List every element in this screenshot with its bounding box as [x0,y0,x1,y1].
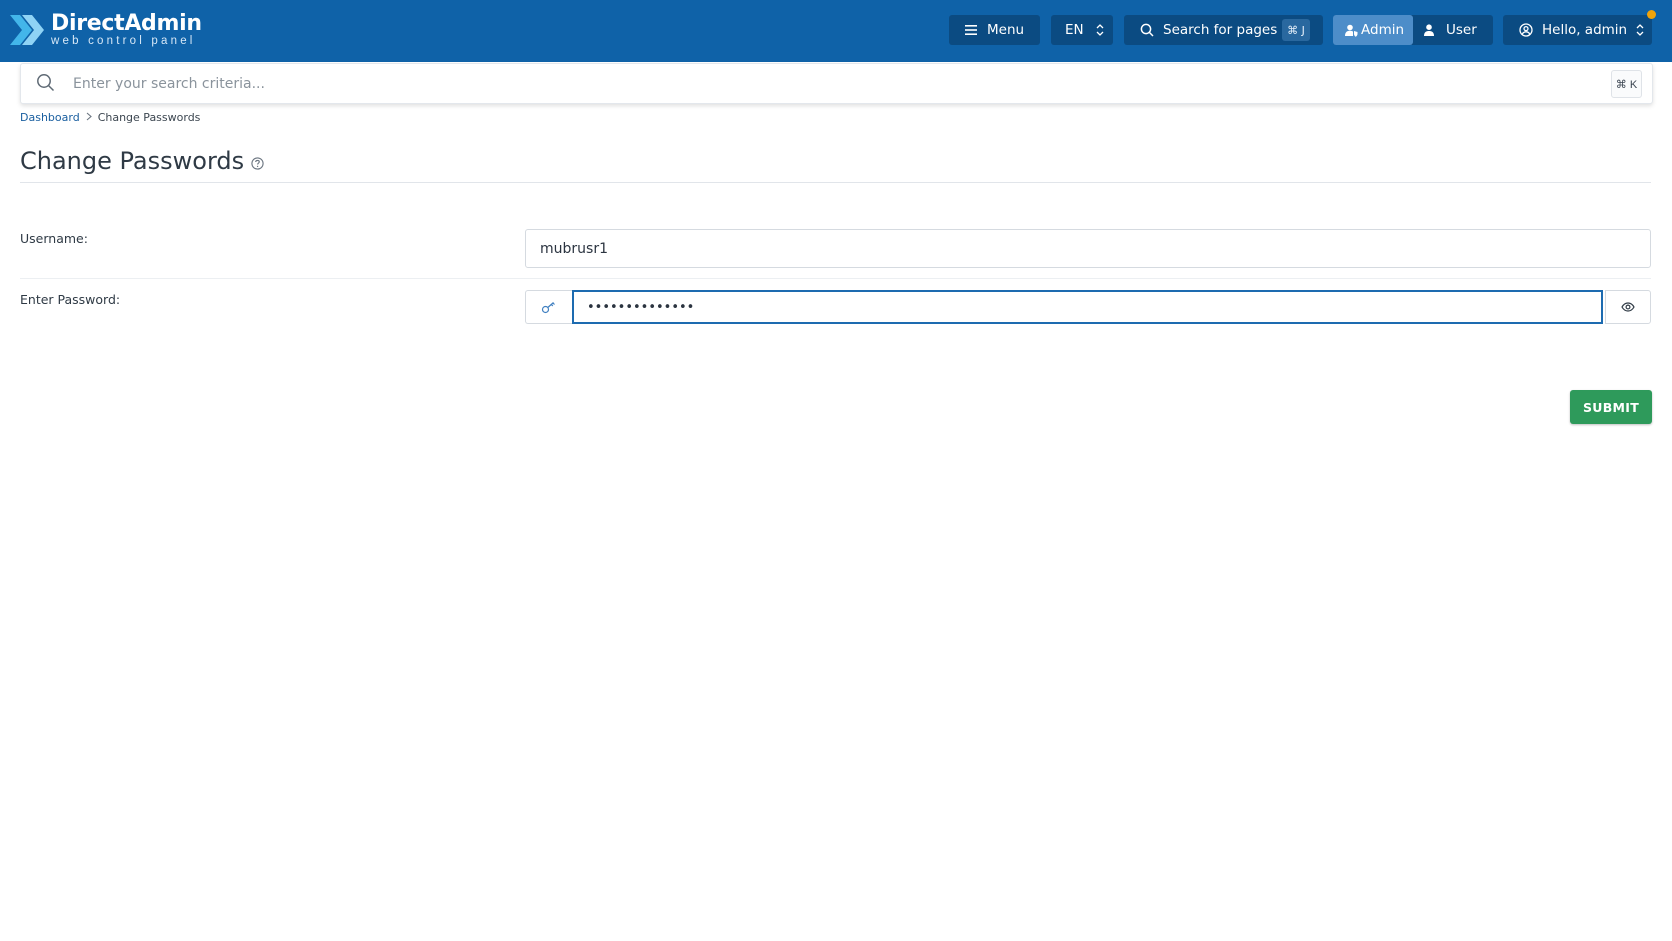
page-title-wrap: Change Passwords [20,146,264,176]
chevron-updown-icon [1636,24,1644,36]
password-label: Enter Password: [20,292,121,307]
greeting-label: Hello, admin [1542,22,1628,38]
role-admin-button[interactable]: Admin [1333,15,1413,45]
menu-label: Menu [987,22,1025,38]
account-menu-button[interactable]: Hello, admin [1503,15,1652,45]
top-bar: DirectAdmin web control panel Menu EN Se… [0,0,1672,62]
breadcrumb: Dashboard Change Passwords [20,111,200,124]
generate-password-button[interactable] [525,290,572,324]
chevron-updown-icon [1096,24,1104,36]
breadcrumb-dashboard-link[interactable]: Dashboard [20,111,80,124]
global-search-bar: ⌘ K [20,63,1653,104]
submit-button[interactable]: SUBMIT [1570,390,1652,424]
directadmin-logo[interactable]: DirectAdmin web control panel [10,10,202,50]
user-shield-icon [1345,24,1358,37]
global-search-input[interactable] [71,72,1475,96]
show-password-button[interactable] [1605,290,1651,324]
row-divider [20,278,1651,279]
role-admin-label: Admin [1361,22,1405,38]
breadcrumb-current: Change Passwords [97,111,201,124]
user-icon [1424,24,1434,36]
search-icon [1140,23,1154,37]
menu-button[interactable]: Menu [949,15,1040,45]
role-user-button[interactable]: User [1424,15,1477,45]
logo-subtitle: web control panel [51,34,196,47]
search-pages-shortcut: ⌘ J [1282,19,1310,41]
search-icon [37,74,55,92]
logo-icon [10,15,44,45]
role-switcher: Admin User [1333,15,1493,45]
help-circle-icon[interactable] [251,148,264,176]
key-icon [541,302,555,314]
language-select[interactable]: EN [1051,15,1113,45]
username-label: Username: [20,231,88,246]
user-circle-icon [1519,23,1533,37]
chevron-right-icon [86,111,92,124]
language-value: EN [1065,22,1084,38]
eye-icon [1621,302,1635,312]
page-title: Change Passwords [20,147,245,175]
username-field[interactable] [525,229,1651,268]
password-field[interactable] [572,290,1603,324]
hamburger-icon [965,25,977,35]
logo-title: DirectAdmin [51,10,202,36]
search-pages-label: Search for pages [1163,22,1278,38]
role-user-label: User [1446,22,1477,38]
search-shortcut-badge: ⌘ K [1611,70,1642,98]
notification-dot [1647,10,1656,19]
search-pages-button[interactable]: Search for pages ⌘ J [1124,15,1323,45]
title-divider [20,182,1651,183]
